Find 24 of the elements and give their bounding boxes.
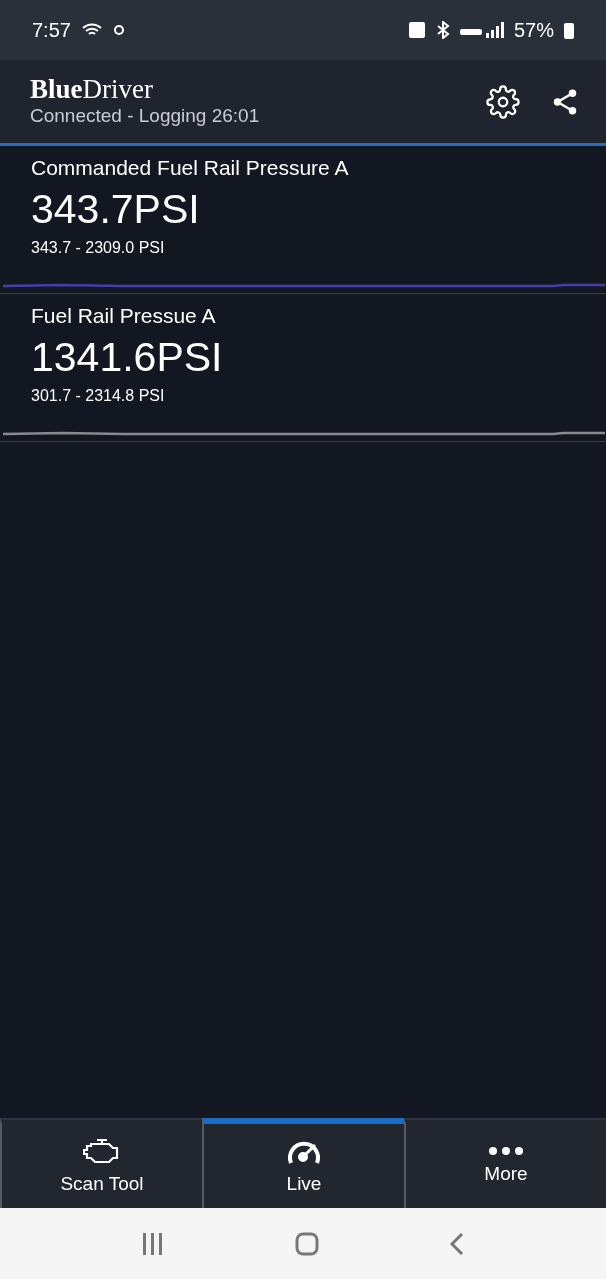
gauge-range: 343.7 - 2309.0 PSI (30, 239, 166, 257)
engine-icon (83, 1137, 121, 1165)
gauge-range: 301.7 - 2314.8 PSI (30, 387, 166, 405)
battery-icon (564, 21, 574, 39)
back-icon[interactable] (449, 1231, 465, 1256)
gauge-card[interactable]: Fuel Rail Pressue A 1341.6PSI 301.7 - 2314.8 PSI (0, 294, 606, 442)
app-logo: BlueDriver (30, 76, 154, 103)
recents-icon[interactable] (141, 1232, 165, 1255)
gauge-unit: PSI (133, 186, 200, 233)
more-icon (488, 1147, 524, 1155)
signal-icon (459, 21, 504, 39)
bluetooth-icon (435, 21, 450, 39)
home-icon[interactable] (295, 1231, 319, 1256)
gauge-value: 343.7 (31, 186, 134, 233)
gauge-name: Commanded Fuel Rail Pressure A (30, 156, 350, 180)
gauge-name: Fuel Rail Pressue A (30, 304, 217, 328)
circle-icon (112, 24, 125, 36)
connection-status: Connected - Logging 26:01 (30, 105, 261, 127)
settings-icon (486, 84, 520, 119)
gauge-value: 1341.6 (31, 334, 157, 381)
status-time: 7:57 (32, 18, 71, 42)
gauge-card[interactable]: Commanded Fuel Rail Pressure A 343.7PSI 343.7 - 2309.0 PSI (0, 146, 606, 294)
gauge-unit: PSI (156, 334, 223, 381)
battery-percent: 57% (513, 18, 554, 42)
